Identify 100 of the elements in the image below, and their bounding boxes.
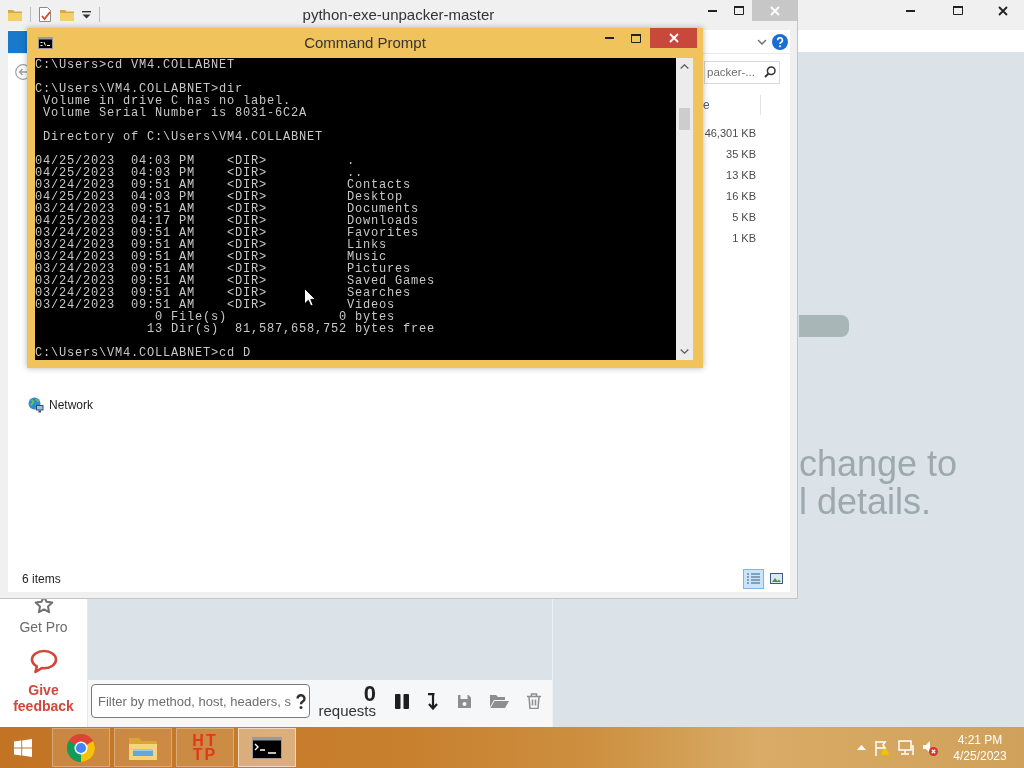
window-title: python-exe-unpacker-master [302, 5, 495, 24]
pause-icon[interactable] [395, 693, 409, 709]
entry-time: 09:51 AM [131, 203, 195, 215]
size-cell-text: 16 KB [725, 189, 757, 204]
entry-type: <DIR> [227, 215, 267, 227]
entry-time: 09:51 AM [131, 179, 195, 191]
entry-name: Links [347, 239, 387, 251]
close-icon [769, 5, 780, 16]
entry-time: 04:03 PM [131, 155, 195, 167]
entry-type: <DIR> [227, 239, 267, 251]
entry-name: Saved Games [347, 275, 435, 287]
entry-date: 03/24/2023 [35, 227, 115, 239]
size-cell-text: 1 KB [731, 231, 757, 246]
entry-name: .. [347, 167, 363, 179]
arrow-down-icon[interactable] [427, 692, 439, 710]
scroll-up-icon[interactable] [680, 64, 689, 69]
entry-date: 04/25/2023 [35, 191, 115, 203]
entry-type: <DIR> [227, 179, 267, 191]
caret-icon[interactable] [82, 10, 91, 19]
taskbar-button[interactable] [238, 728, 296, 767]
entry-date: 04/25/2023 [35, 155, 115, 167]
speaker-muted-icon[interactable] [922, 739, 938, 756]
scroll-down-icon[interactable] [680, 349, 689, 354]
entry-type: <DIR> [227, 191, 267, 203]
maximize-icon [952, 6, 963, 15]
minimize-icon [906, 9, 915, 12]
minimize-icon [604, 37, 614, 39]
document-check-icon[interactable] [39, 7, 52, 22]
status-text: 6 items [22, 571, 61, 586]
help-icon[interactable] [296, 694, 306, 709]
minimize-icon [708, 9, 717, 12]
nav-item[interactable]: Network [28, 397, 93, 413]
entry-date: 03/24/2023 [35, 203, 115, 215]
scrollbar-thumb[interactable] [679, 108, 690, 130]
entry-time: 04:03 PM [131, 167, 195, 179]
entry-date: 03/24/2023 [35, 299, 115, 311]
mouse-pointer-icon [304, 288, 316, 307]
save-icon[interactable] [457, 693, 472, 709]
maximize-icon [631, 33, 641, 43]
search-field[interactable]: packer-... [704, 60, 780, 84]
entry-type: <DIR> [227, 155, 267, 167]
entry-name: Contacts [347, 179, 411, 191]
chevron-down-icon[interactable] [757, 38, 767, 45]
folder-icon[interactable] [490, 694, 509, 708]
entry-date: 03/24/2023 [35, 179, 115, 191]
entry-time: 09:51 AM [131, 227, 195, 239]
console-line: Directory of C:\Users\VM4.COLLABNET [43, 130, 324, 144]
console-line: 13 Dir(s) 81,587,658,752 bytes free [147, 322, 436, 336]
sidebar-button[interactable]: Give feedback [3, 649, 84, 714]
entry-type: <DIR> [227, 227, 267, 239]
entry-type: <DIR> [227, 203, 267, 215]
entry-time: 09:51 AM [131, 299, 195, 311]
hint-text: change to l details. [799, 445, 958, 521]
entry-name: Pictures [347, 263, 411, 275]
sidebar-button[interactable]: Get Pro [3, 595, 84, 635]
entry-name: Favorites [347, 227, 419, 239]
entry-time: 09:51 AM [131, 239, 195, 251]
close-icon [997, 5, 1008, 16]
entry-date: 03/24/2023 [35, 263, 115, 275]
search-icon[interactable] [764, 66, 776, 78]
trash-icon[interactable] [527, 693, 541, 709]
console-line: 0 File(s) 0 bytes [155, 310, 396, 324]
entry-name: . [347, 155, 355, 167]
entry-type: <DIR> [227, 251, 267, 263]
entry-type: <DIR> [227, 167, 267, 179]
clock-date: 4/25/2023 [953, 747, 1007, 764]
entry-time: 09:51 AM [131, 263, 195, 275]
entry-time: 09:51 AM [131, 251, 195, 263]
speech-bubble-icon [29, 649, 58, 674]
console-line: C:\Users\VM4.COLLABNET>dir [35, 82, 244, 96]
entry-name: Desktop [347, 191, 403, 203]
caret-up-icon[interactable] [857, 745, 866, 750]
size-cell-text: 46,301 KB [703, 126, 757, 141]
entry-type: <DIR> [227, 287, 267, 299]
close-button[interactable] [650, 28, 697, 48]
console-line: C:\Users\VM4.COLLABNET>cd D [35, 346, 252, 360]
entry-name: Music [347, 251, 387, 263]
entry-date: 03/24/2023 [35, 287, 115, 299]
windows-logo-icon [13, 738, 32, 757]
entry-name: Downloads [347, 215, 419, 227]
entry-name: Documents [347, 203, 419, 215]
console-line: Volume Serial Number is 8031-6C2A [43, 106, 308, 120]
console-line: Volume in drive C has no label. [43, 94, 292, 108]
entry-time: 09:51 AM [131, 275, 195, 287]
details-view-icon [747, 573, 760, 584]
entry-time: 04:17 PM [131, 215, 195, 227]
filter-field[interactable]: Filter by method, host, headers, s [91, 684, 310, 718]
entry-date: 03/24/2023 [35, 239, 115, 251]
terminal-icon [38, 37, 53, 49]
clock-time: 4:21 PM [957, 731, 1003, 748]
close-icon [668, 33, 679, 43]
request-count: 0 [363, 684, 376, 703]
entry-name: Videos [347, 299, 395, 311]
console-line: C:\Users>cd VM4.COLLABNET [35, 58, 236, 72]
entry-time: 04:03 PM [131, 191, 195, 203]
entry-type: <DIR> [227, 275, 267, 287]
entry-name: Searches [347, 287, 411, 299]
entry-date: 04/25/2023 [35, 167, 115, 179]
size-cell-text: 35 KB [725, 147, 757, 162]
scrollbar[interactable] [676, 58, 693, 360]
